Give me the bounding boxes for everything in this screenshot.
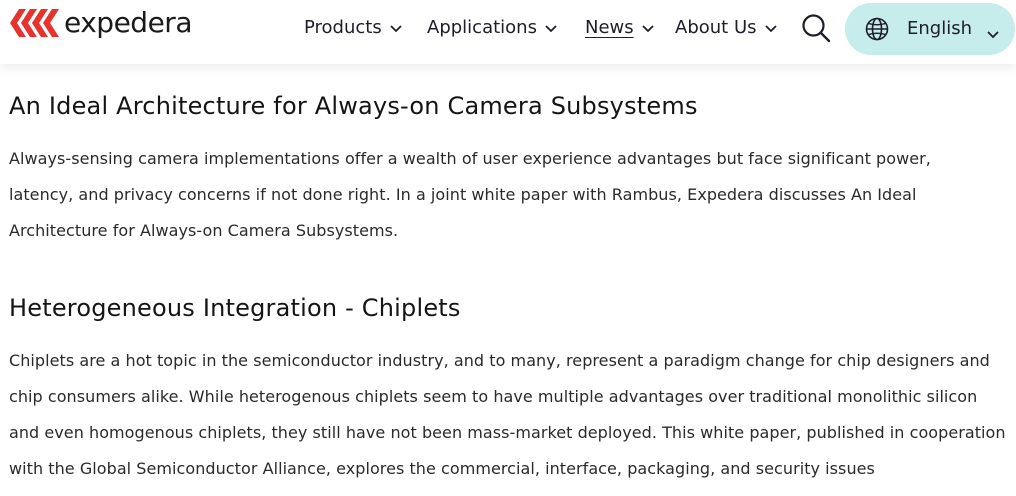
expedera-logo[interactable]: expedera xyxy=(8,5,192,41)
chevron-down-icon xyxy=(642,17,654,38)
article-title[interactable]: Heterogeneous Integration - Chiplets xyxy=(9,294,1009,322)
chevron-down-icon xyxy=(764,17,777,38)
language-selector[interactable]: English xyxy=(845,3,1015,55)
nav-applications-label: Applications xyxy=(427,16,537,38)
search-icon[interactable] xyxy=(801,13,831,43)
language-label: English xyxy=(907,18,972,39)
nav-products[interactable]: Products xyxy=(304,12,402,42)
chevron-down-icon xyxy=(390,17,402,38)
globe-icon xyxy=(865,17,889,45)
nav-about-label: About Us xyxy=(675,16,757,38)
logo-mark-icon xyxy=(10,9,59,37)
nav-products-label: Products xyxy=(304,16,382,38)
nav-news-label: News xyxy=(585,16,634,38)
nav-about-us[interactable]: About Us xyxy=(675,12,777,42)
chevron-down-icon xyxy=(987,24,999,43)
site-header: expedera Products Applications News Abou… xyxy=(0,0,1016,64)
article-body: Chiplets are a hot topic in the semicond… xyxy=(9,351,1006,478)
logo-text: expedera xyxy=(64,6,192,39)
article-title[interactable]: An Ideal Architecture for Always-on Came… xyxy=(9,92,1009,120)
chevron-down-icon xyxy=(545,17,557,38)
nav-applications[interactable]: Applications xyxy=(427,12,557,42)
article-body: Always-sensing camera implementations of… xyxy=(9,149,931,240)
nav-news[interactable]: News xyxy=(585,12,654,42)
